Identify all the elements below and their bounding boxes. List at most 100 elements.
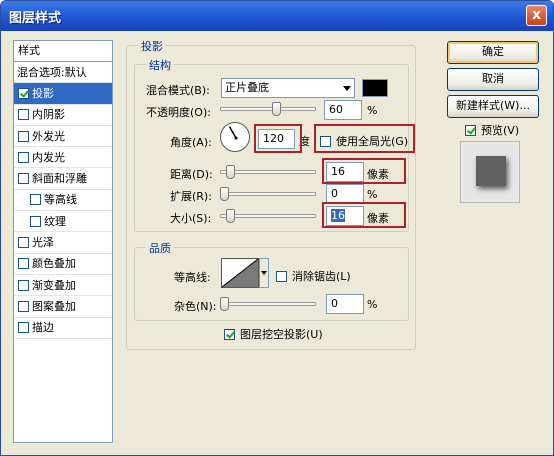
spread-input[interactable]: 0 (326, 184, 364, 204)
chevron-down-icon (261, 271, 267, 275)
contour-dropdown-button[interactable] (259, 258, 269, 288)
window-title: 图层样式 (9, 11, 62, 26)
opacity-input[interactable]: 60 (324, 100, 362, 120)
opacity-label: 不透明度(O): (146, 106, 211, 119)
chevron-down-icon (343, 86, 351, 91)
style-item-checkbox[interactable] (18, 258, 29, 270)
angle-dial-needle-icon (228, 126, 238, 140)
preview-shadow-square (476, 156, 506, 186)
antialias-check-box[interactable] (276, 270, 287, 282)
style-list-item[interactable]: 图案叠加 (14, 296, 112, 318)
style-item-checkbox[interactable] (18, 109, 29, 121)
style-item-label: 图案叠加 (32, 299, 76, 313)
style-item-checkbox[interactable] (18, 87, 29, 99)
spread-label: 扩展(R): (170, 190, 212, 203)
style-item-checkbox[interactable] (30, 215, 41, 227)
noise-label: 杂色(N): (174, 300, 217, 313)
new-style-button[interactable]: 新建样式(W)... (447, 95, 539, 118)
drop-shadow-title: 投影 (138, 38, 166, 54)
knockout-label: 图层挖空投影(U) (240, 328, 323, 341)
blend-mode-label: 混合模式(B): (146, 84, 210, 97)
style-item-label: 内阴影 (32, 108, 65, 122)
linear-contour-icon (221, 258, 259, 288)
style-list: 样式 混合选项:默认 投影内阴影外发光内发光斜面和浮雕等高线纹理光泽颜色叠加渐变… (13, 40, 113, 443)
style-item-checkbox[interactable] (18, 151, 29, 163)
style-item-checkbox[interactable] (18, 322, 29, 334)
angle-highlight (254, 124, 302, 153)
style-item-label: 投影 (32, 86, 54, 100)
dialog-client: 样式 混合选项:默认 投影内阴影外发光内发光斜面和浮雕等高线纹理光泽颜色叠加渐变… (4, 31, 550, 453)
style-list-item[interactable]: 描边 (14, 318, 112, 339)
style-item-label: 颜色叠加 (32, 257, 76, 271)
style-list-item[interactable]: 等高线 (14, 190, 112, 212)
contour-picker[interactable] (221, 258, 259, 288)
blend-mode-value: 正片叠底 (225, 81, 269, 94)
layer-style-dialog: 图层样式 x 样式 混合选项:默认 投影内阴影外发光内发光斜面和浮雕等高线纹理光… (0, 0, 554, 456)
noise-slider-thumb[interactable] (220, 297, 229, 311)
preview-checkbox[interactable]: 预览(V) (465, 122, 519, 138)
style-list-item[interactable]: 斜面和浮雕 (14, 168, 112, 190)
style-list-item[interactable]: 投影 (14, 83, 112, 105)
spread-slider-track (220, 192, 316, 196)
antialias-checkbox[interactable]: 消除锯齿(L) (276, 268, 351, 284)
angle-label: 角度(A): (170, 136, 212, 149)
noise-unit: % (367, 298, 378, 311)
size-highlight (322, 202, 406, 228)
ok-button[interactable]: 确定 (447, 41, 539, 64)
knockout-checkbox[interactable]: 图层挖空投影(U) (224, 326, 323, 342)
size-slider-thumb[interactable] (225, 209, 235, 223)
style-item-checkbox[interactable] (18, 237, 29, 249)
noise-input[interactable]: 0 (326, 294, 364, 314)
structure-title: 结构 (146, 57, 174, 73)
distance-highlight (322, 158, 406, 184)
style-preview-thumbnail (460, 141, 520, 203)
style-item-label: 外发光 (32, 129, 65, 143)
style-list-item[interactable]: 渐变叠加 (14, 275, 112, 297)
style-list-item[interactable]: 纹理 (14, 211, 112, 233)
style-item-checkbox[interactable] (18, 173, 29, 185)
knockout-check-box[interactable] (224, 328, 235, 340)
title-bar[interactable]: 图层样式 x (1, 1, 553, 31)
spread-slider-thumb[interactable] (220, 187, 229, 201)
style-item-checkbox[interactable] (30, 194, 41, 206)
noise-slider-track (220, 302, 316, 306)
distance-label: 距离(D): (170, 168, 213, 181)
style-item-label: 光泽 (32, 236, 54, 250)
style-item-checkbox[interactable] (18, 130, 29, 142)
style-item-label: 渐变叠加 (32, 278, 76, 292)
distance-slider[interactable] (220, 165, 316, 179)
cancel-button[interactable]: 取消 (447, 68, 539, 91)
style-item-label: 纹理 (44, 214, 66, 228)
antialias-label: 消除锯齿(L) (292, 270, 351, 283)
style-item-label: 描边 (32, 321, 54, 335)
shadow-color-swatch[interactable] (362, 79, 388, 97)
preview-check-box[interactable] (465, 124, 476, 136)
style-list-header[interactable]: 样式 (14, 41, 112, 62)
size-label: 大小(S): (170, 212, 212, 225)
opacity-unit: % (367, 104, 378, 117)
style-list-item[interactable]: 光泽 (14, 232, 112, 254)
style-item-label: 等高线 (44, 193, 77, 207)
blending-options-item[interactable]: 混合选项:默认 (14, 62, 112, 84)
style-item-label: 内发光 (32, 150, 65, 164)
global-light-highlight (314, 124, 415, 153)
angle-dial[interactable] (220, 122, 250, 152)
close-button[interactable]: x (526, 5, 547, 26)
style-item-label: 斜面和浮雕 (32, 172, 87, 186)
style-list-item[interactable]: 颜色叠加 (14, 254, 112, 275)
opacity-slider-track (220, 107, 316, 111)
spread-slider[interactable] (220, 187, 316, 201)
style-list-item[interactable]: 内阴影 (14, 105, 112, 126)
style-item-checkbox[interactable] (18, 300, 29, 312)
style-item-checkbox[interactable] (18, 279, 29, 291)
quality-title: 品质 (146, 240, 174, 256)
opacity-slider-thumb[interactable] (272, 102, 282, 116)
style-list-item[interactable]: 外发光 (14, 126, 112, 148)
blend-mode-select[interactable]: 正片叠底 (221, 78, 355, 98)
noise-slider[interactable] (220, 297, 316, 311)
preview-label: 预览(V) (481, 124, 520, 137)
style-list-item[interactable]: 内发光 (14, 147, 112, 169)
distance-slider-thumb[interactable] (225, 165, 235, 179)
opacity-slider[interactable] (220, 102, 316, 116)
size-slider[interactable] (220, 209, 316, 223)
